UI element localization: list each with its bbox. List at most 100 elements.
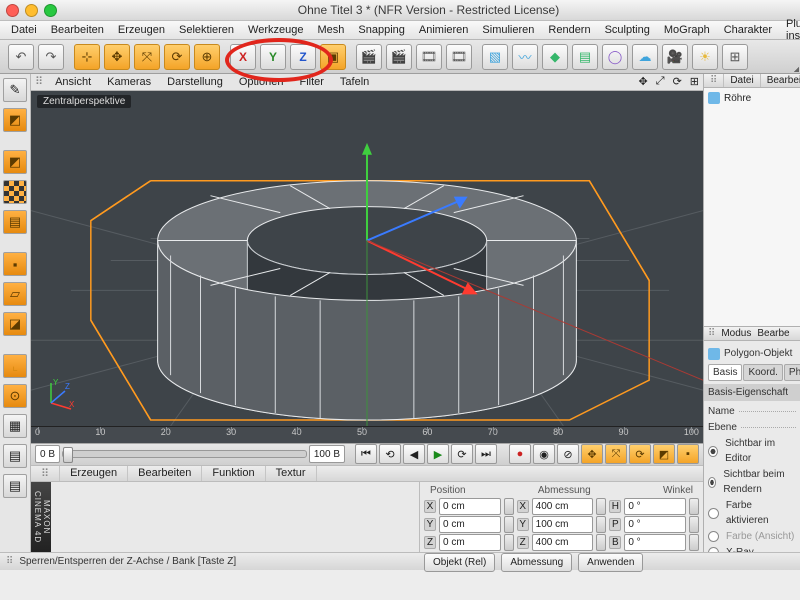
vp-nav-icon[interactable]: ✥ xyxy=(635,75,652,88)
angle-field[interactable]: 0 ° xyxy=(624,534,686,551)
axis-mode-button[interactable]: ⌞ xyxy=(3,354,27,378)
menu-selektieren[interactable]: Selektieren xyxy=(172,24,241,36)
locked-workplane-button[interactable]: ▤ xyxy=(3,474,27,498)
attr-tab-modus[interactable]: Modus xyxy=(721,328,751,339)
key-param-button[interactable]: ◩ xyxy=(653,444,675,464)
tab-funktion[interactable]: Funktion xyxy=(202,466,265,481)
frame-end-field[interactable]: 100 B xyxy=(309,445,345,463)
key-selection-button[interactable]: ⊘ xyxy=(557,444,579,464)
dim-field[interactable]: 400 cm xyxy=(532,534,594,551)
objmgr-tab-bearbeiten[interactable]: Bearbeit xyxy=(761,74,800,87)
point-mode-button[interactable]: ▪ xyxy=(3,252,27,276)
apply-button[interactable]: Anwenden xyxy=(578,553,643,572)
vp-menu-kameras[interactable]: Kameras xyxy=(99,76,159,88)
angle-field[interactable]: 0 ° xyxy=(624,516,686,533)
model-mode-button[interactable]: ◩ xyxy=(3,108,27,132)
spinner[interactable] xyxy=(689,498,699,515)
pos-field[interactable]: 0 cm xyxy=(439,534,501,551)
undo-button[interactable] xyxy=(8,44,34,70)
scale-tool-button[interactable]: ⤧ xyxy=(134,44,160,70)
step-forward-button[interactable]: ⟳ xyxy=(451,444,473,464)
add-spline-button[interactable]: 〰 xyxy=(512,44,538,70)
render-settings-button[interactable]: 🎞 xyxy=(446,44,472,70)
dim-field[interactable]: 400 cm xyxy=(532,498,594,515)
spinner[interactable] xyxy=(596,516,606,533)
goto-start-button[interactable]: ⏮ xyxy=(355,444,377,464)
edge-mode-button[interactable]: ▱ xyxy=(3,282,27,306)
attr-tab-koord[interactable]: Koord. xyxy=(743,364,782,381)
frame-slider[interactable] xyxy=(62,450,307,458)
key-scale-button[interactable]: ⤧ xyxy=(605,444,627,464)
spinner[interactable] xyxy=(504,516,514,533)
vp-menu-tafeln[interactable]: Tafeln xyxy=(332,76,377,88)
record-key-button[interactable]: ● xyxy=(509,444,531,464)
object-mode-button[interactable]: ◩ xyxy=(3,150,27,174)
tab-bearbeiten[interactable]: Bearbeiten xyxy=(128,466,202,481)
menu-mesh[interactable]: Mesh xyxy=(310,24,351,36)
menu-snapping[interactable]: Snapping xyxy=(351,24,412,36)
key-pos-button[interactable]: ✥ xyxy=(581,444,603,464)
render-pictureviewer-button[interactable]: 🎞 xyxy=(416,44,442,70)
snap-settings-button[interactable]: ▦ xyxy=(3,414,27,438)
render-region-button[interactable]: 🎬 xyxy=(386,44,412,70)
vp-zoom-icon[interactable]: ⤢ xyxy=(652,75,669,88)
play-forward-button[interactable]: ▶ xyxy=(427,444,449,464)
radio-xray[interactable] xyxy=(708,547,719,552)
spinner[interactable] xyxy=(596,534,606,551)
menu-animieren[interactable]: Animieren xyxy=(412,24,476,36)
key-pla-button[interactable]: ▪ xyxy=(677,444,699,464)
vp-menu-optionen[interactable]: Optionen xyxy=(231,76,292,88)
radio-vis-render[interactable] xyxy=(708,477,716,488)
angle-field[interactable]: 0 ° xyxy=(624,498,686,515)
object-item-roehre[interactable]: Röhre xyxy=(708,92,796,104)
zoom-window-icon[interactable] xyxy=(44,4,57,17)
object-manager[interactable]: Röhre xyxy=(704,88,800,327)
attr-tab-basis[interactable]: Basis xyxy=(708,364,742,381)
vp-rotate-icon[interactable]: ⟳ xyxy=(669,75,686,88)
vp-menu-ansicht[interactable]: Ansicht xyxy=(47,76,99,88)
minimize-window-icon[interactable] xyxy=(25,4,38,17)
vp-menu-filter[interactable]: Filter xyxy=(291,76,331,88)
vp-menu-darstellung[interactable]: Darstellung xyxy=(159,76,231,88)
menu-datei[interactable]: Datei xyxy=(4,24,44,36)
lock-z-axis-button[interactable]: Z xyxy=(290,44,316,70)
spinner[interactable] xyxy=(504,534,514,551)
add-camera-button[interactable]: 🎥 xyxy=(662,44,688,70)
dim-mode-dropdown[interactable]: Abmessung xyxy=(501,553,572,572)
add-modeling-button[interactable]: ▤ xyxy=(572,44,598,70)
add-generator-button[interactable]: ◆ xyxy=(542,44,568,70)
menu-bearbeiten[interactable]: Bearbeiten xyxy=(44,24,111,36)
add-deformer-button[interactable]: ◯ xyxy=(602,44,628,70)
spinner[interactable] xyxy=(504,498,514,515)
vp-layout-icon[interactable]: ⊞ xyxy=(686,75,703,88)
snap-enable-button[interactable]: ⊙ xyxy=(3,384,27,408)
add-environment-button[interactable]: ☁ xyxy=(632,44,658,70)
close-window-icon[interactable] xyxy=(6,4,19,17)
menu-plugins[interactable]: Plug-ins xyxy=(779,18,800,42)
coordinate-system-button[interactable]: ▣ xyxy=(320,44,346,70)
spinner[interactable] xyxy=(689,516,699,533)
step-back-button[interactable]: ⟲ xyxy=(379,444,401,464)
play-back-button[interactable]: ◀ xyxy=(403,444,425,464)
polygon-mode-button[interactable]: ◪ xyxy=(3,312,27,336)
tab-textur[interactable]: Textur xyxy=(266,466,317,481)
spinner[interactable] xyxy=(689,534,699,551)
menu-werkzeuge[interactable]: Werkzeuge xyxy=(241,24,310,36)
workplane-settings-button[interactable]: ▤ xyxy=(3,444,27,468)
attr-tab-phong[interactable]: Phong xyxy=(784,364,800,381)
lock-x-axis-button[interactable]: X xyxy=(230,44,256,70)
key-rot-button[interactable]: ⟳ xyxy=(629,444,651,464)
menu-sculpting[interactable]: Sculpting xyxy=(598,24,657,36)
menu-charakter[interactable]: Charakter xyxy=(717,24,779,36)
frame-start-field[interactable]: 0 B xyxy=(35,445,60,463)
timeline[interactable]: 010 2030 4050 6070 8090 100 xyxy=(31,426,703,443)
redo-button[interactable] xyxy=(38,44,64,70)
rotate-tool-button[interactable]: ⟳ xyxy=(164,44,190,70)
menu-rendern[interactable]: Rendern xyxy=(541,24,597,36)
pos-field[interactable]: 0 cm xyxy=(439,516,501,533)
viewport[interactable]: Zentralperspektive xyxy=(31,91,703,426)
dim-field[interactable]: 100 cm xyxy=(532,516,594,533)
render-view-button[interactable]: 🎬 xyxy=(356,44,382,70)
last-tool-button[interactable]: ⊕ xyxy=(194,44,220,70)
menu-mograph[interactable]: MoGraph xyxy=(657,24,717,36)
